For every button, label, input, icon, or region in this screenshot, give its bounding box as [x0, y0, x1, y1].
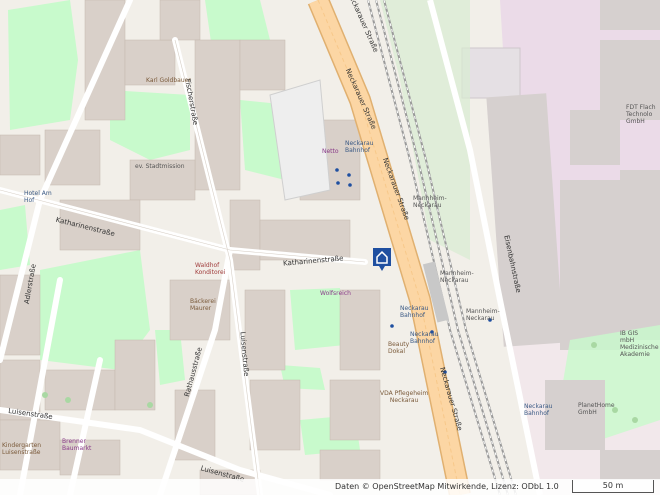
map-attribution-bar: Daten © OpenStreetMap Mitwirkende, Lizen…: [0, 479, 660, 495]
map-canvas[interactable]: Neckarauer Straße Neckarauer Straße Neck…: [0, 0, 660, 495]
location-marker[interactable]: [371, 246, 393, 272]
scale-label: 50 m: [602, 481, 624, 490]
home-icon: [373, 248, 391, 271]
map-base-layer: [0, 0, 660, 495]
scale-bar: 50 m: [572, 480, 654, 493]
attribution-text[interactable]: Daten © OpenStreetMap Mitwirkende, Lizen…: [335, 482, 559, 491]
